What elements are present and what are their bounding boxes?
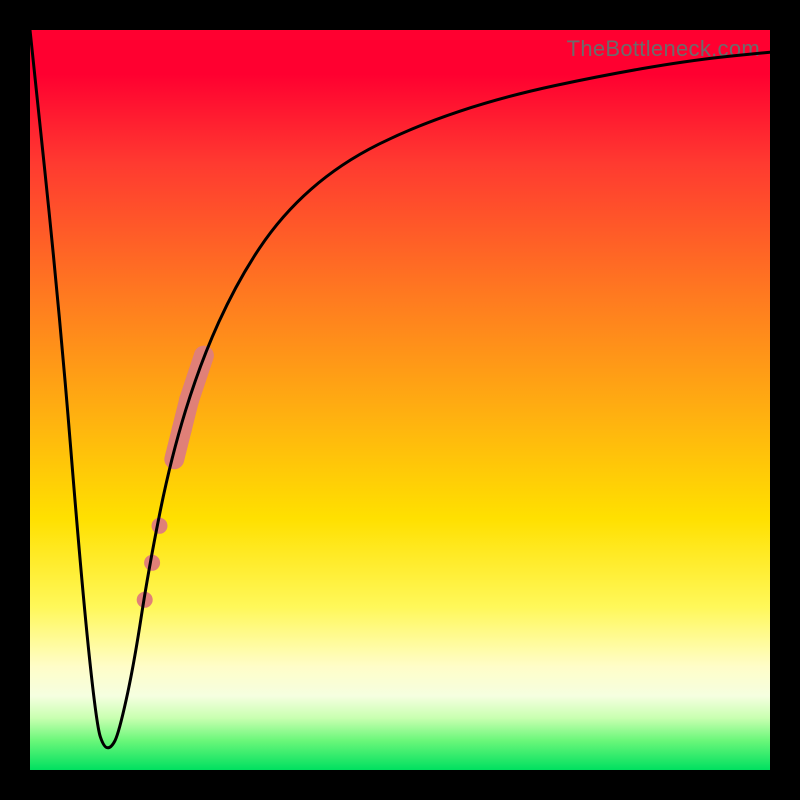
chart-frame: TheBottleneck.com	[0, 0, 800, 800]
chart-svg	[30, 30, 770, 770]
plot-area: TheBottleneck.com	[30, 30, 770, 770]
bottleneck-curve	[30, 30, 770, 748]
